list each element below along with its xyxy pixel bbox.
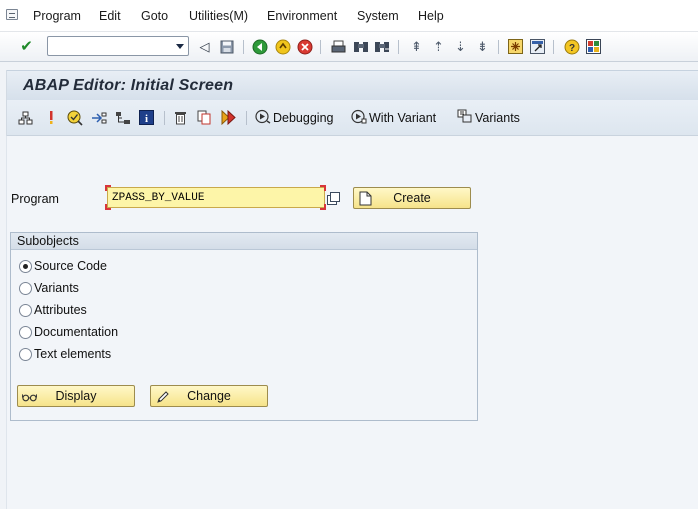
radio-label: Documentation — [34, 325, 119, 339]
last-page-icon[interactable]: ⇟ — [474, 38, 491, 55]
menu-environment[interactable]: Environment — [267, 9, 337, 23]
next-page-icon[interactable]: ⇣ — [452, 38, 469, 55]
separator — [246, 111, 247, 125]
separator — [553, 40, 554, 54]
shortcut-icon[interactable] — [529, 38, 546, 55]
separator — [164, 111, 165, 125]
radio-button[interactable] — [19, 303, 32, 317]
radio-button[interactable] — [19, 259, 32, 273]
separator — [320, 40, 321, 54]
command-field[interactable] — [47, 36, 189, 56]
radio-button[interactable] — [19, 347, 32, 361]
program-input[interactable] — [107, 187, 325, 208]
check-icon[interactable] — [66, 109, 83, 126]
back-green-icon[interactable] — [251, 38, 268, 55]
menu-system[interactable]: System — [357, 9, 399, 23]
title-bar: ABAP Editor: Initial Screen — [6, 70, 698, 100]
with-variant-icon — [351, 109, 367, 127]
radio-text-elements[interactable]: Text elements — [19, 346, 111, 362]
change-button[interactable]: Change — [150, 385, 268, 407]
help-icon[interactable]: ? — [563, 38, 580, 55]
svg-text:?: ? — [568, 43, 574, 54]
cancel-icon[interactable] — [296, 38, 313, 55]
separator — [498, 40, 499, 54]
test-icon[interactable] — [114, 109, 131, 126]
find-icon[interactable] — [352, 38, 369, 55]
new-session-icon[interactable] — [507, 38, 524, 55]
standard-toolbar: ✔ ◁ ⇞ ⇡ ⇣ ⇟ ? — [0, 32, 698, 62]
menu-goto[interactable]: Goto — [141, 9, 168, 23]
debugging-icon — [255, 109, 271, 127]
new-document-icon — [358, 191, 373, 206]
radio-source-code[interactable]: Source Code — [19, 258, 107, 274]
menu-program[interactable]: Program — [33, 9, 81, 23]
subobjects-group: Subobjects Source Code Variants Attribut… — [10, 232, 478, 421]
chevron-down-icon[interactable] — [176, 44, 184, 49]
separator — [243, 40, 244, 54]
debugging-label: Debugging — [273, 111, 334, 125]
with-variant-button[interactable]: With Variant — [351, 109, 436, 127]
menu-bar: Program Edit Goto Utilities(M) Environme… — [0, 0, 698, 32]
program-label: Program — [11, 192, 59, 206]
radio-documentation[interactable]: Documentation — [19, 324, 118, 340]
variants-button[interactable]: Variants — [457, 109, 520, 127]
hierarchy-icon[interactable] — [17, 109, 34, 126]
radio-label: Source Code — [34, 259, 107, 273]
application-toolbar: i Debugging With Variant Variants — [6, 100, 698, 136]
variants-label: Variants — [475, 111, 520, 125]
info-icon[interactable]: i — [138, 109, 155, 126]
display-button[interactable]: Display — [17, 385, 135, 407]
radio-button[interactable] — [19, 281, 32, 295]
execute-icon[interactable] — [220, 109, 237, 126]
exit-icon[interactable] — [274, 38, 291, 55]
copy-icon[interactable] — [196, 109, 213, 126]
subobjects-title: Subobjects — [11, 233, 477, 250]
radio-label: Attributes — [34, 303, 87, 317]
menu-help[interactable]: Help — [418, 9, 444, 23]
find-next-icon[interactable] — [373, 38, 390, 55]
variants-icon — [457, 109, 473, 127]
page-title: ABAP Editor: Initial Screen — [23, 77, 234, 94]
value-help-icon[interactable] — [326, 191, 340, 205]
required-marker — [105, 204, 111, 210]
menu-edit[interactable]: Edit — [99, 9, 121, 23]
svg-text:i: i — [145, 113, 148, 125]
print-icon[interactable] — [330, 38, 347, 55]
radio-label: Text elements — [34, 347, 112, 361]
separator — [398, 40, 399, 54]
enter-check-icon[interactable]: ✔ — [18, 38, 35, 55]
radio-variants[interactable]: Variants — [19, 280, 79, 296]
menu-utilities[interactable]: Utilities(M) — [189, 9, 248, 23]
radio-attributes[interactable]: Attributes — [19, 302, 87, 318]
first-page-icon[interactable]: ⇞ — [408, 38, 425, 55]
radio-button[interactable] — [19, 325, 32, 339]
required-marker — [105, 185, 111, 191]
pencil-icon — [155, 389, 170, 404]
save-icon[interactable] — [218, 38, 235, 55]
system-menu-icon[interactable] — [6, 9, 18, 20]
where-used-icon[interactable] — [42, 109, 59, 126]
display-label: Display — [55, 389, 97, 403]
glasses-icon — [22, 389, 37, 404]
debugging-button[interactable]: Debugging — [255, 109, 333, 127]
delete-icon[interactable] — [172, 109, 189, 126]
radio-label: Variants — [34, 281, 79, 295]
customize-layout-icon[interactable] — [585, 38, 602, 55]
create-button[interactable]: Create — [353, 187, 471, 209]
create-label: Create — [393, 191, 431, 205]
change-label: Change — [187, 389, 231, 403]
back-arrow-icon[interactable]: ◁ — [196, 38, 213, 55]
with-variant-label: With Variant — [369, 111, 437, 125]
previous-page-icon[interactable]: ⇡ — [430, 38, 447, 55]
activate-icon[interactable] — [90, 109, 107, 126]
